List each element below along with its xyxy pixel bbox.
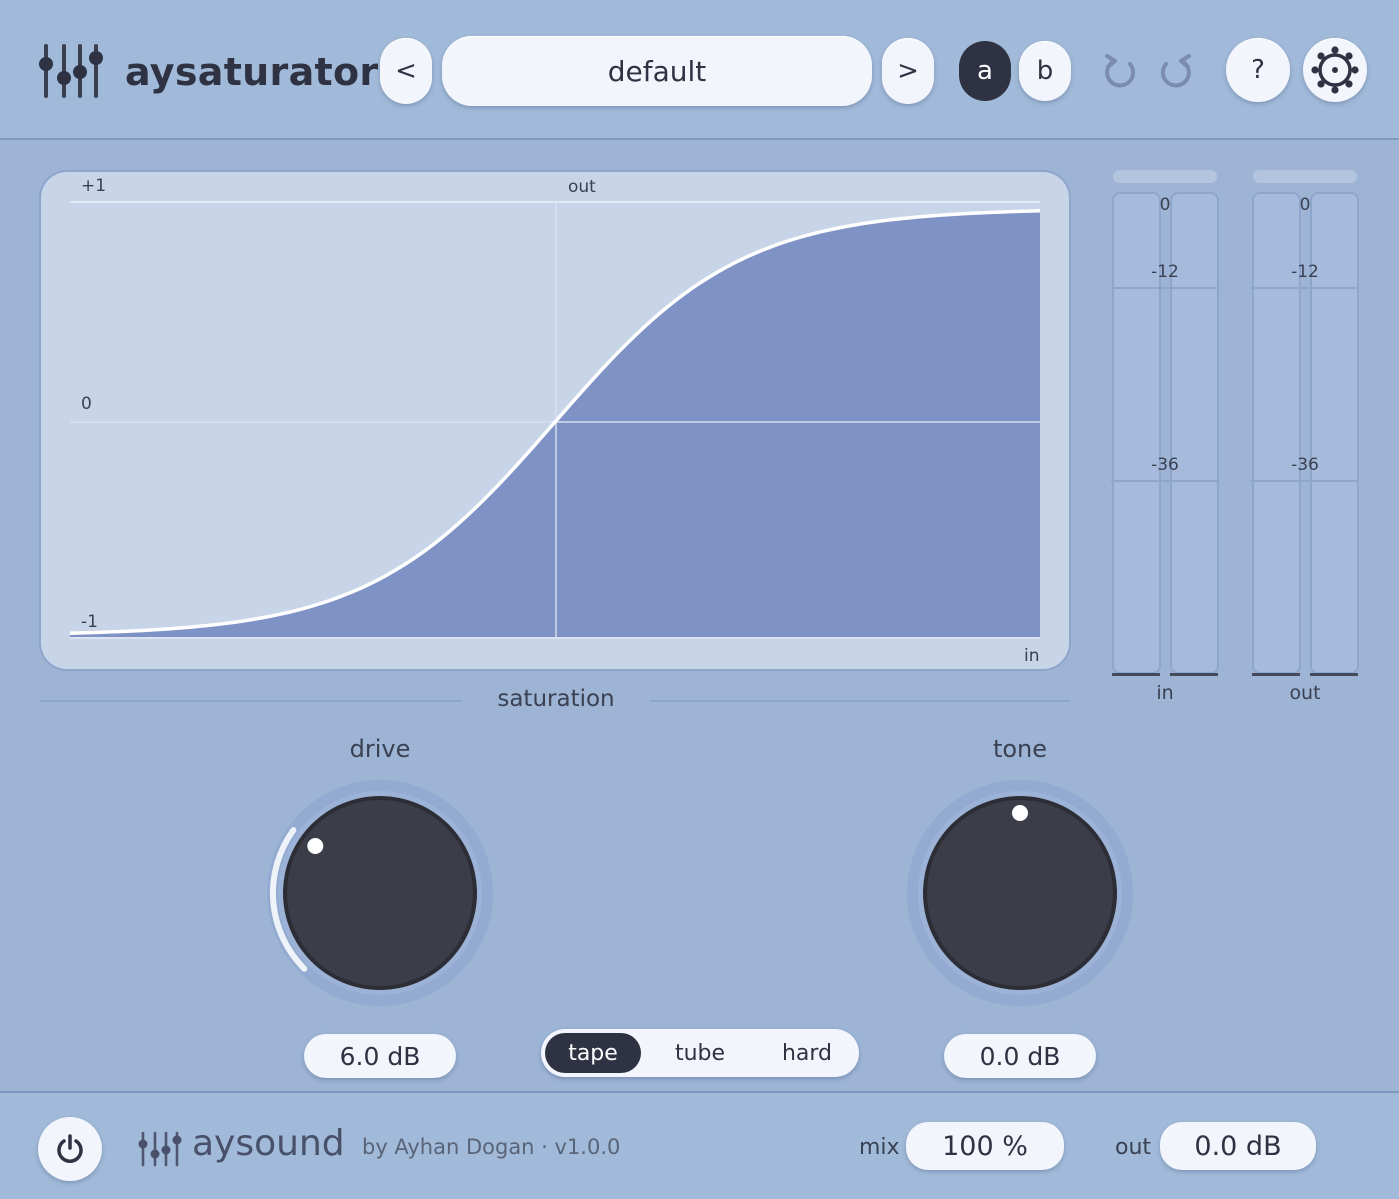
bypass-power-button[interactable] [38,1117,102,1181]
meter-clip-indicator [1113,170,1217,183]
mix-label: mix [859,1135,900,1160]
drive-label: drive [349,735,411,763]
meter-level-left [1252,673,1300,676]
meter-tick-label: 0 [1299,195,1311,215]
settings-icon [1311,46,1359,94]
output-level-meter: 0 -12 -36 out [1251,170,1359,710]
transfer-curve-display: +1 0 -1 out in [41,172,1069,669]
tone-knob-indicator [1012,805,1028,821]
header-bar: aysaturator < default > a b ? [0,0,1399,140]
meter-gridline [1251,480,1359,482]
help-icon: ? [1251,55,1265,85]
meter-tick-label: -12 [1291,262,1319,282]
meter-tick-label: -12 [1151,262,1179,282]
meter-level-right [1310,673,1358,676]
output-gain-label: out [1115,1135,1152,1160]
undo-icon[interactable] [1102,52,1138,88]
input-level-meter: 0 -12 -36 in [1111,170,1219,710]
meter-tick-label: 0 [1159,195,1171,215]
section-divider [40,700,462,702]
brand-name: aysound [192,1123,345,1164]
help-button[interactable]: ? [1226,38,1290,102]
ab-state-b-button[interactable]: b [1019,41,1071,101]
saturation-section-title: saturation [497,686,615,712]
mode-tape-option[interactable]: tape [545,1033,641,1073]
app-title: aysaturator [125,50,379,94]
output-gain-field[interactable]: 0.0 dB [1160,1122,1316,1170]
mix-value-field[interactable]: 100 % [906,1122,1064,1170]
input-meter-label: in [1156,682,1174,704]
power-icon [57,1134,83,1163]
meter-tick-label: -36 [1291,455,1319,475]
mode-hard-option[interactable]: hard [759,1033,855,1073]
transfer-curve-plot [69,201,1041,639]
graph-axis-out-label: out [568,177,596,197]
tone-label: tone [992,735,1048,763]
drive-knob-indicator [307,838,324,854]
ab-state-a-button[interactable]: a [959,41,1011,101]
output-meter-label: out [1289,682,1321,704]
meter-gridline [1111,287,1219,289]
aysound-logo-icon [138,1131,182,1167]
next-preset-button[interactable]: > [882,38,934,104]
graph-label-zero: 0 [81,394,92,414]
sliders-logo-icon [39,44,103,98]
tone-value-field[interactable]: 0.0 dB [944,1034,1096,1078]
meter-gridline [1251,287,1359,289]
settings-button[interactable] [1303,38,1367,102]
graph-label-plus-one: +1 [81,176,107,196]
meter-level-left [1112,673,1160,676]
author-version-text: by Ayhan Dogan · v1.0.0 [362,1135,621,1159]
graph-axis-in-label: in [1024,646,1040,666]
meter-clip-indicator [1253,170,1357,183]
meter-tick-label: -36 [1151,455,1179,475]
meter-level-right [1170,673,1218,676]
mode-tube-option[interactable]: tube [652,1033,748,1073]
drive-value-field[interactable]: 6.0 dB [304,1034,456,1078]
tone-knob[interactable] [900,773,1140,1013]
drive-knob[interactable] [260,773,500,1013]
graph-label-minus-one: -1 [81,612,98,632]
preset-name-field[interactable]: default [442,36,872,106]
section-divider [650,700,1070,702]
redo-icon[interactable] [1158,52,1194,88]
meter-gridline [1111,480,1219,482]
previous-preset-button[interactable]: < [380,38,432,104]
saturation-mode-selector: tape tube hard [541,1029,859,1077]
